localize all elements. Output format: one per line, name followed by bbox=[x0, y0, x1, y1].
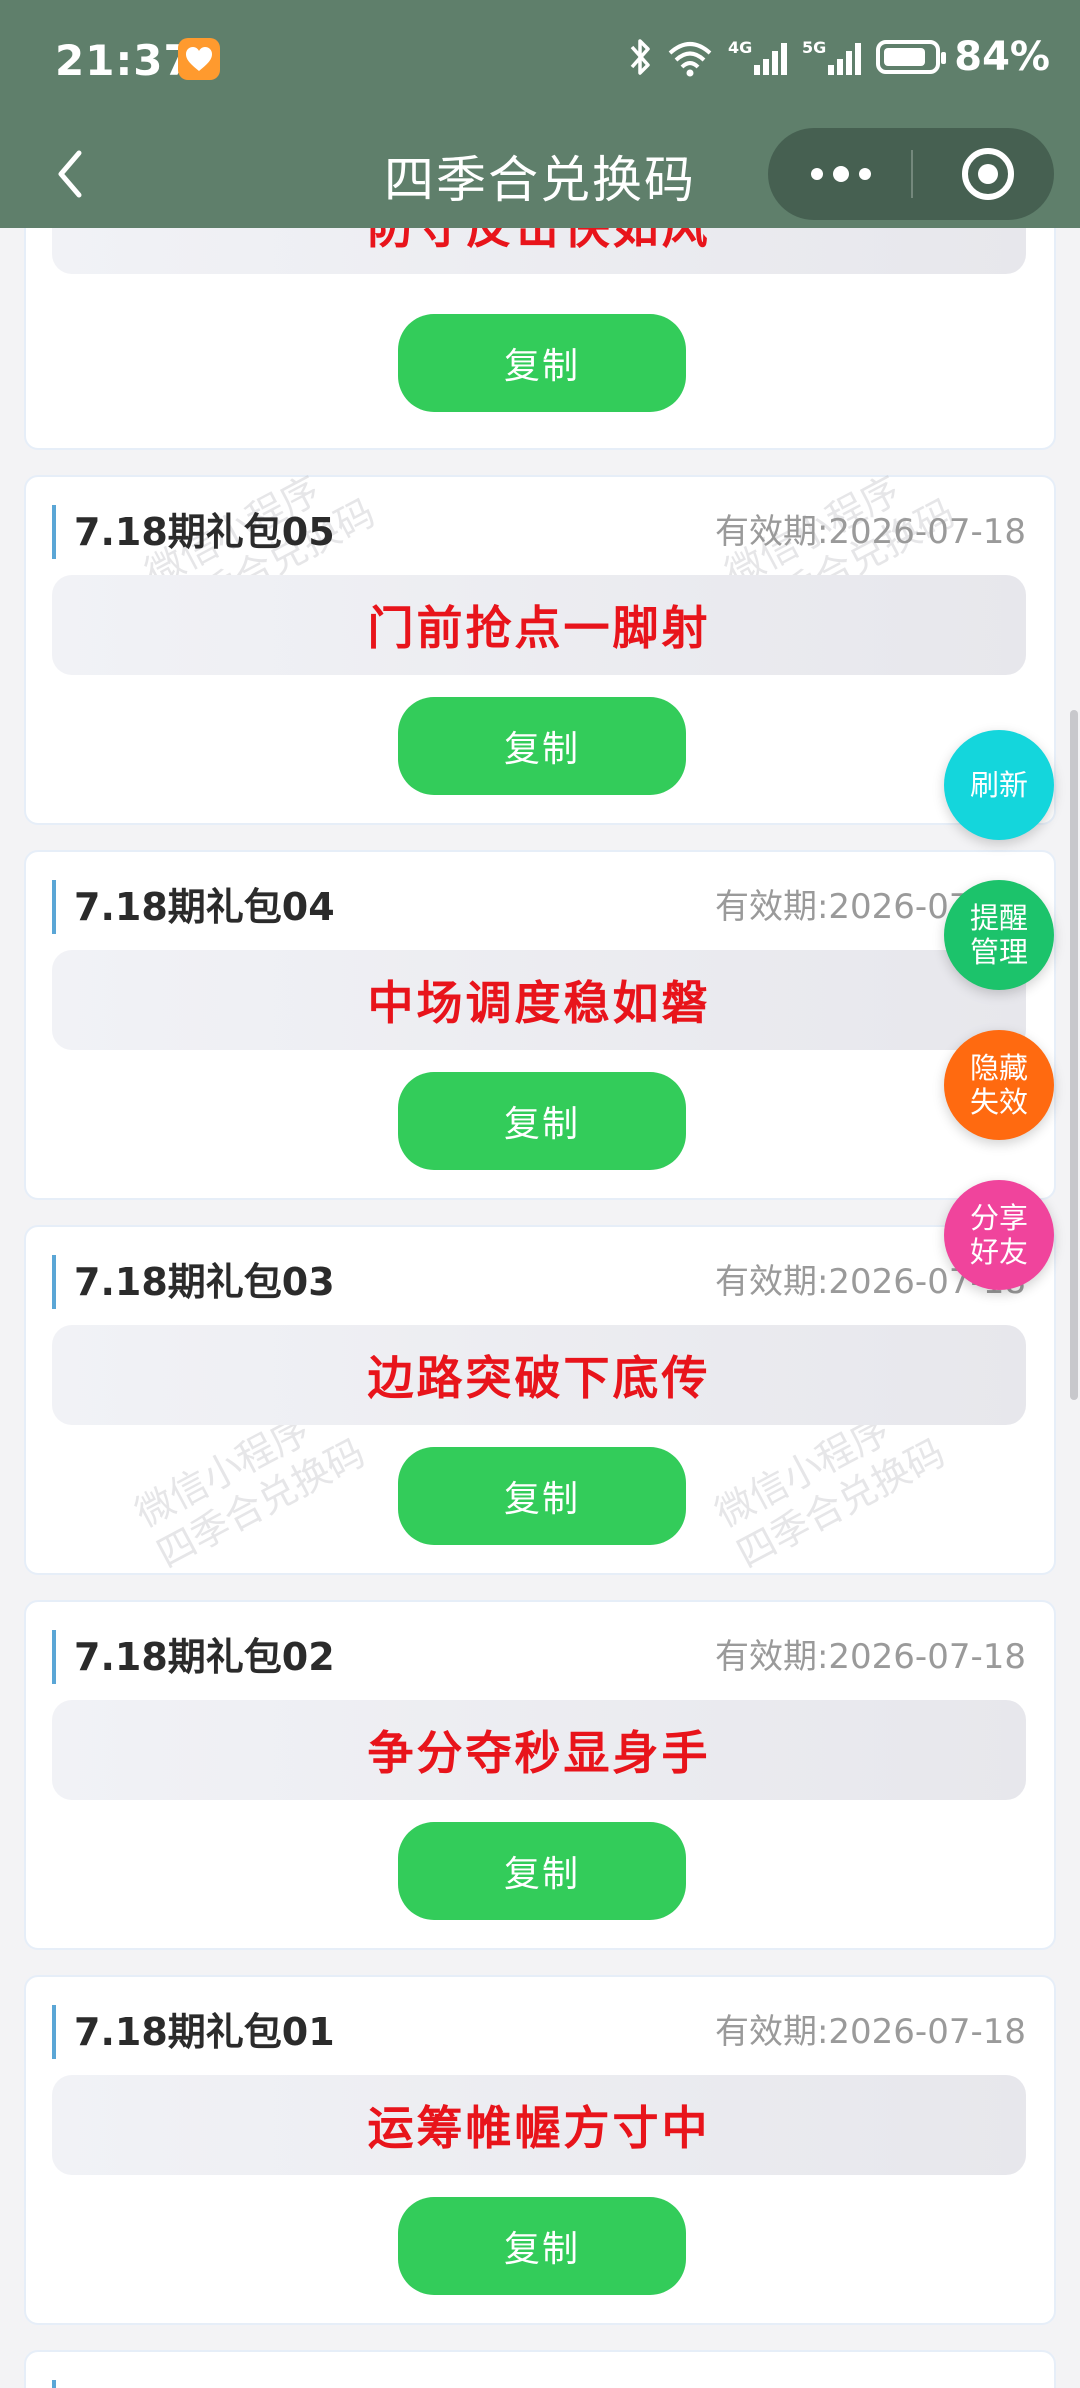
close-miniprogram-button[interactable] bbox=[962, 148, 1014, 200]
copy-button[interactable]: 复制 bbox=[398, 1447, 686, 1545]
hide-expired-button[interactable]: 隐藏 失效 bbox=[944, 1030, 1054, 1140]
gift-code-text: 争分夺秒显身手 bbox=[52, 1700, 1026, 1800]
more-menu-button[interactable] bbox=[806, 150, 876, 198]
heart-app-icon bbox=[178, 38, 220, 80]
bluetooth-icon bbox=[630, 39, 650, 75]
gift-card: 防守反击快如风 复制 bbox=[24, 228, 1056, 450]
expire-date: 有效期:2026-07-18 bbox=[714, 1637, 1026, 1677]
gift-title: 7.18期礼包04 bbox=[52, 880, 335, 934]
svg-text:4G: 4G bbox=[728, 38, 752, 57]
nav-bar: 四季合兑换码 bbox=[0, 120, 1080, 228]
gift-card: 微信小程序 四季合兑换码 微信小程序 四季合兑换码 7.18期礼包05 有效期:20… bbox=[24, 468, 1056, 825]
copy-button[interactable]: 复制 bbox=[398, 314, 686, 412]
copy-button[interactable]: 复制 bbox=[398, 1072, 686, 1170]
copy-button[interactable]: 复制 bbox=[398, 1822, 686, 1920]
miniprogram-capsule bbox=[768, 128, 1054, 220]
gift-card: 7.18期礼包02 有效期:2026-07-18 争分夺秒显身手 复制 bbox=[24, 1600, 1056, 1950]
gift-title: 7.18期礼包01 bbox=[52, 2005, 335, 2059]
gift-code-text: 边路突破下底传 bbox=[52, 1325, 1026, 1425]
battery-percent: 84% bbox=[954, 34, 1050, 80]
copy-button[interactable]: 复制 bbox=[398, 697, 686, 795]
wifi-icon bbox=[668, 42, 712, 77]
scrollbar[interactable] bbox=[1070, 710, 1078, 1400]
gift-title bbox=[52, 2380, 74, 2388]
signal-5g-icon: 5G bbox=[802, 38, 862, 75]
gift-code-text: 中场调度稳如磐 bbox=[52, 950, 1026, 1050]
gift-card: 7.18期礼包01 有效期:2026-07-18 运筹帷幄方寸中 复制 bbox=[24, 1975, 1056, 2325]
share-friends-button[interactable]: 分享 好友 bbox=[944, 1180, 1054, 1290]
status-time: 21:37 bbox=[55, 36, 194, 85]
gift-title: 7.18期礼包02 bbox=[52, 1630, 335, 1684]
gift-card: 微信小程序 四季合兑换码 微信小程序 四季合兑换码 7.18期礼包03 有效期:20… bbox=[24, 1225, 1056, 1576]
svg-text:5G: 5G bbox=[802, 38, 826, 57]
gift-card bbox=[24, 2350, 1056, 2388]
gift-card: 7.18期礼包04 有效期:2026-07-18 中场调度稳如磐 复制 bbox=[24, 850, 1056, 1200]
signal-4g-icon: 4G bbox=[728, 38, 788, 75]
gift-code-text: 防守反击快如风 bbox=[52, 228, 1026, 274]
battery-icon bbox=[876, 40, 947, 74]
gift-title: 7.18期礼包05 bbox=[52, 505, 335, 559]
gift-code-text: 门前抢点一脚射 bbox=[52, 575, 1026, 675]
gift-code-list[interactable]: 防守反击快如风 复制 微信小程序四季合兑换码 微信小程序四季合兑换码 7.18期… bbox=[0, 228, 1080, 2388]
copy-button[interactable]: 复制 bbox=[398, 2197, 686, 2295]
refresh-button[interactable]: 刷新 bbox=[944, 730, 1054, 840]
gift-code-text: 运筹帷幄方寸中 bbox=[52, 2075, 1026, 2175]
status-icons: 4G 5G 84% bbox=[628, 34, 1050, 80]
gift-title: 7.18期礼包03 bbox=[52, 1255, 335, 1309]
status-bar: 21:37 4G 5G 84% bbox=[0, 0, 1080, 120]
expire-date: 有效期:2026-07-18 bbox=[714, 2012, 1026, 2052]
expire-date: 有效期:2026-07-18 bbox=[714, 512, 1026, 552]
remind-manage-button[interactable]: 提醒 管理 bbox=[944, 880, 1054, 990]
